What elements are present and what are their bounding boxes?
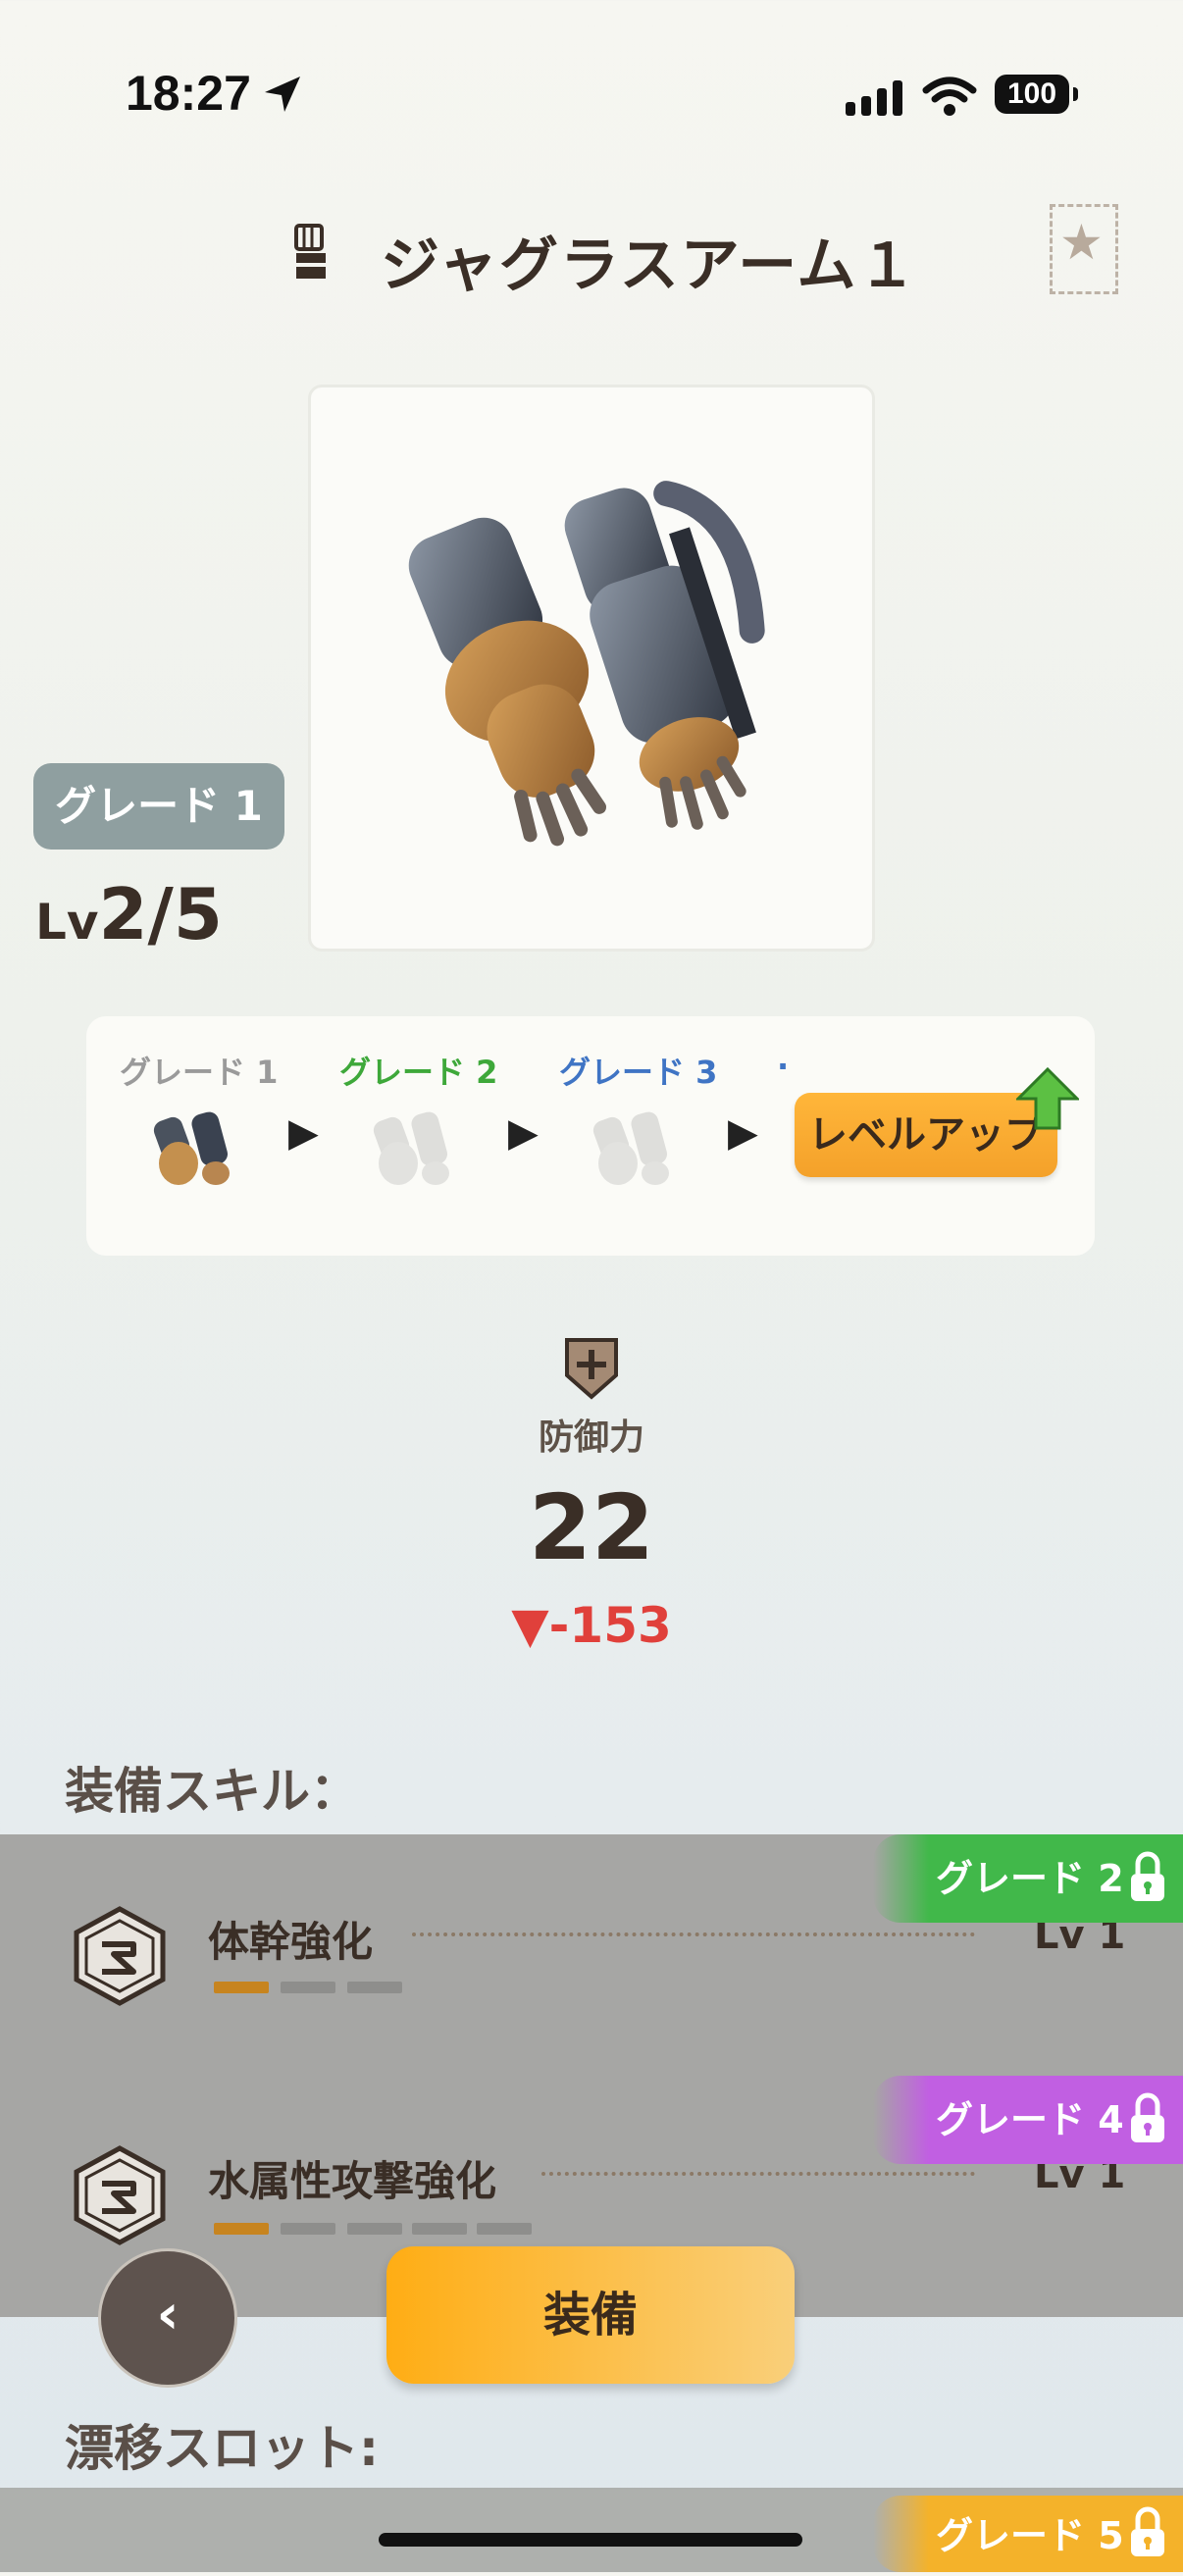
skill-2-bar-filled xyxy=(214,2223,269,2235)
grade-2-label: グレード 2 xyxy=(339,1054,498,1091)
grade-2-thumbnail[interactable] xyxy=(355,1101,473,1209)
grade-badge: グレード 1 xyxy=(33,763,284,850)
grade-more-indicator: · xyxy=(777,1048,790,1085)
item-image-card xyxy=(308,385,875,952)
skill-name-2: 水属性攻撃強化 xyxy=(208,2157,497,2205)
lock-icon xyxy=(1131,1851,1164,1901)
skill-1-bar-empty xyxy=(281,1982,335,1993)
grade-1-thumbnail[interactable] xyxy=(135,1101,253,1209)
skill-1-bar-filled xyxy=(214,1982,269,1993)
defense-label: 防御力 xyxy=(538,1417,644,1458)
equip-button[interactable]: 装備 xyxy=(386,2246,795,2384)
grade-3-thumbnail[interactable] xyxy=(575,1101,693,1209)
skill-leader-2 xyxy=(541,2172,975,2176)
star-icon: ★ xyxy=(1059,214,1104,271)
grade-arrow-3: ▶ xyxy=(728,1110,758,1156)
upgrade-arrow-icon xyxy=(1016,1067,1079,1130)
grade-1-label: グレード 1 xyxy=(120,1054,279,1091)
grade-3-label: グレード 3 xyxy=(559,1054,718,1091)
skill-1-bar-empty xyxy=(347,1982,402,1993)
skill-2-bar-empty xyxy=(347,2223,402,2235)
skill-icon-water-attack xyxy=(74,2145,166,2245)
back-button[interactable]: ‹ xyxy=(98,2248,237,2388)
skill-2-bar-empty xyxy=(281,2223,335,2235)
skill-icon-core xyxy=(74,1906,166,2006)
gauntlet-icon xyxy=(294,224,326,279)
grade-arrow-1: ▶ xyxy=(288,1110,319,1156)
skill-2-bar-empty xyxy=(477,2223,532,2235)
skill-2-bar-empty xyxy=(412,2223,467,2235)
gauntlet-armor-image xyxy=(408,481,765,847)
battery-indicator: 100 xyxy=(995,75,1078,114)
skill-name-1: 体幹強化 xyxy=(208,1918,374,1966)
page-title: ジャグラスアーム１ xyxy=(381,232,919,300)
shield-icon xyxy=(565,1338,618,1400)
location-arrow-icon xyxy=(265,77,300,112)
defense-value: 22 xyxy=(528,1475,655,1580)
wifi-icon xyxy=(922,77,977,116)
home-indicator[interactable] xyxy=(379,2533,802,2547)
lock-icon xyxy=(1131,2092,1164,2142)
slots-section-title: 漂移スロット: xyxy=(65,2420,379,2477)
skill-leader-1 xyxy=(412,1932,975,1936)
defense-diff: ▼-153 xyxy=(511,1597,672,1654)
grade-arrow-2: ▶ xyxy=(508,1110,539,1156)
status-time: 18:27 xyxy=(126,66,251,121)
signal-icon xyxy=(846,80,902,116)
item-level: Lv2/5 xyxy=(35,873,223,955)
lock-icon xyxy=(1131,2506,1164,2556)
skills-section-title: 装備スキル： xyxy=(65,1763,359,1820)
